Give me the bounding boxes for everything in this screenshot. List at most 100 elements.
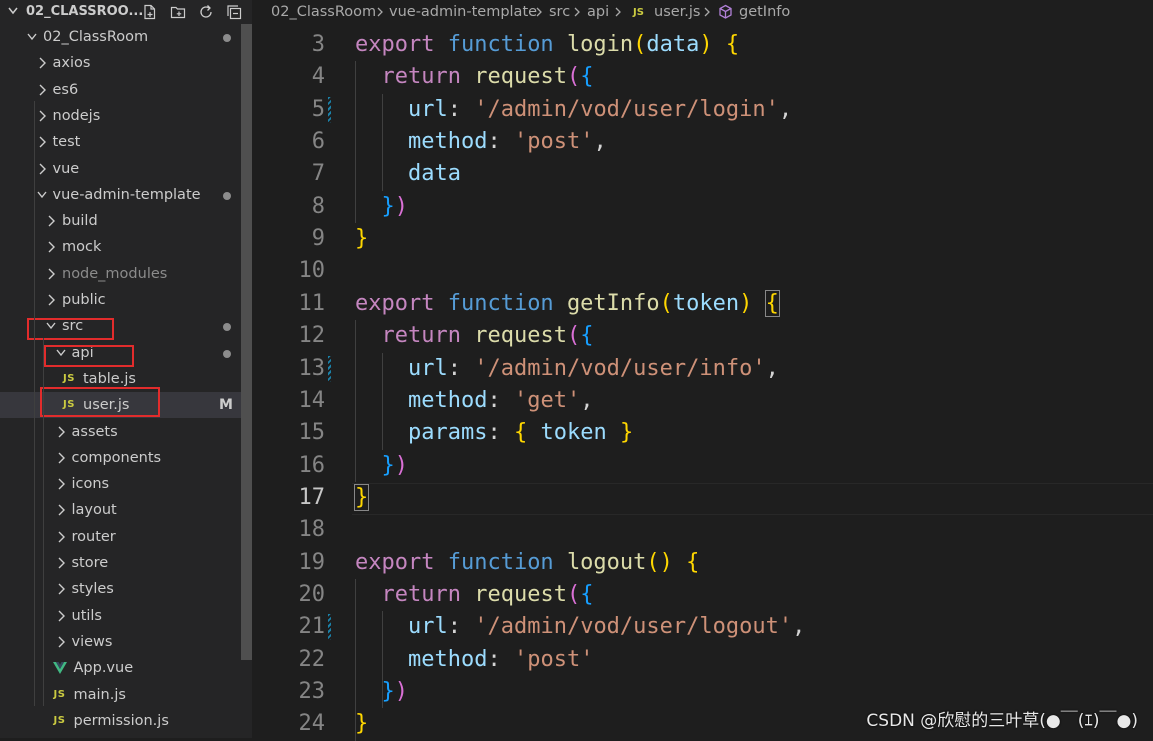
tree-item-vue[interactable]: vue: [0, 156, 252, 182]
code-line[interactable]: 6 method: 'post',: [252, 126, 1153, 158]
tree-item-nodejs[interactable]: nodejs: [0, 103, 252, 129]
line-number[interactable]: 11: [299, 288, 326, 320]
tree-item-permission-js[interactable]: JS permission.js: [0, 708, 252, 734]
tree-item-utils[interactable]: utils: [0, 603, 252, 629]
breadcrumb-item-file[interactable]: user.js: [654, 0, 701, 24]
breadcrumb-item-src[interactable]: src: [549, 0, 570, 24]
breadcrumb-item-root[interactable]: 02_ClassRoom: [271, 0, 376, 24]
chevron-right-icon[interactable]: [56, 478, 66, 490]
code-line[interactable]: 17}: [252, 482, 1153, 514]
code-line[interactable]: 14 method: 'get',: [252, 385, 1153, 417]
line-number[interactable]: 6: [312, 126, 325, 158]
code-line[interactable]: 7 data: [252, 158, 1153, 190]
chevron-right-icon[interactable]: [56, 583, 66, 595]
breadcrumb-item-api[interactable]: api: [587, 0, 609, 24]
code-line[interactable]: 23 }): [252, 676, 1153, 708]
chevron-right-icon[interactable]: [56, 452, 66, 464]
code-line[interactable]: 22 method: 'post': [252, 644, 1153, 676]
code-editor[interactable]: 3 export function login(data) {4 return r…: [252, 24, 1153, 741]
chevron-right-icon[interactable]: [56, 504, 66, 516]
tree-item-mock[interactable]: mock: [0, 234, 252, 260]
tree-item-assets[interactable]: assets: [0, 419, 252, 445]
code-line[interactable]: 4 return request({: [252, 61, 1153, 93]
line-number[interactable]: 14: [299, 385, 326, 417]
line-number[interactable]: 21: [299, 611, 326, 643]
code-line[interactable]: 15 params: { token }: [252, 417, 1153, 449]
chevron-right-icon[interactable]: [56, 557, 66, 569]
line-number[interactable]: 23: [299, 676, 326, 708]
line-number[interactable]: 24: [299, 708, 326, 740]
tree-item-vue-admin-template[interactable]: vue-admin-template: [0, 182, 252, 208]
breadcrumb-item-project[interactable]: vue-admin-template: [389, 0, 537, 24]
chevron-right-icon[interactable]: [46, 268, 56, 280]
chevron-right-icon[interactable]: [56, 426, 66, 438]
sidebar-scrollbar[interactable]: [241, 24, 252, 660]
explorer-header[interactable]: 02_CLASSROO...: [0, 0, 252, 24]
line-number[interactable]: 10: [299, 255, 326, 287]
chevron-right-icon[interactable]: [56, 531, 66, 543]
tree-item-axios[interactable]: axios: [0, 50, 252, 76]
refresh-icon[interactable]: [197, 3, 215, 21]
chevron-down-icon[interactable]: [7, 4, 19, 18]
code-line[interactable]: 8 }): [252, 191, 1153, 223]
chevron-right-icon[interactable]: [37, 84, 47, 96]
line-number[interactable]: 5: [312, 94, 325, 126]
code-line[interactable]: 16 }): [252, 450, 1153, 482]
chevron-right-icon[interactable]: [37, 136, 47, 148]
line-number[interactable]: 20: [299, 579, 326, 611]
chevron-right-icon[interactable]: [37, 57, 47, 69]
tree-item-node-modules[interactable]: node_modules: [0, 261, 252, 287]
tree-item-views[interactable]: views: [0, 629, 252, 655]
line-number[interactable]: 17: [299, 482, 326, 514]
chevron-right-icon[interactable]: [46, 215, 56, 227]
git-modified-gutter-mark[interactable]: [328, 614, 331, 641]
chevron-right-icon[interactable]: [46, 294, 56, 306]
chevron-right-icon[interactable]: [46, 241, 56, 253]
line-number[interactable]: 4: [312, 61, 325, 93]
line-number[interactable]: 7: [312, 158, 325, 190]
line-number[interactable]: 16: [299, 450, 326, 482]
tree-item-public[interactable]: public: [0, 287, 252, 313]
tree-item-layout[interactable]: layout: [0, 497, 252, 523]
code-line[interactable]: 20 return request({: [252, 579, 1153, 611]
tree-item-styles[interactable]: styles: [0, 576, 252, 602]
chevron-right-icon[interactable]: [37, 163, 47, 175]
chevron-down-icon[interactable]: [36, 189, 47, 201]
line-number[interactable]: 13: [299, 353, 326, 385]
explorer-root-title[interactable]: 02_CLASSROO...: [26, 4, 143, 19]
line-number[interactable]: 3: [312, 29, 325, 61]
git-modified-gutter-mark[interactable]: [328, 96, 331, 123]
chevron-right-icon[interactable]: [56, 636, 66, 648]
code-line[interactable]: 12 return request({: [252, 320, 1153, 352]
code-line[interactable]: 18: [252, 514, 1153, 546]
code-line[interactable]: 3 export function login(data) {: [252, 29, 1153, 61]
chevron-down-icon[interactable]: [27, 31, 37, 43]
code-line[interactable]: 9}: [252, 223, 1153, 255]
tree-item-build[interactable]: build: [0, 208, 252, 234]
line-number[interactable]: 18: [299, 514, 326, 546]
line-number[interactable]: 12: [299, 320, 326, 352]
tree-item-main-js[interactable]: JS main.js: [0, 682, 252, 708]
breadcrumb-item-symbol[interactable]: getInfo: [739, 0, 790, 24]
tree-item-02-classroom[interactable]: 02_ClassRoom: [0, 24, 252, 50]
tree-item-es6[interactable]: es6: [0, 77, 252, 103]
code-line[interactable]: 10: [252, 255, 1153, 287]
tree-item-store[interactable]: store: [0, 550, 252, 576]
line-number[interactable]: 22: [299, 644, 326, 676]
tree-item-router[interactable]: router: [0, 524, 252, 550]
tree-item-app-vue[interactable]: App.vue: [0, 655, 252, 681]
tree-item-icons[interactable]: icons: [0, 471, 252, 497]
git-modified-gutter-mark[interactable]: [328, 355, 331, 382]
tree-item-components[interactable]: components: [0, 445, 252, 471]
code-line[interactable]: 19 export function logout() {: [252, 547, 1153, 579]
code-line[interactable]: 13 url: '/admin/vod/user/info',: [252, 353, 1153, 385]
new-file-icon[interactable]: [141, 3, 159, 21]
code-line[interactable]: 21 url: '/admin/vod/user/logout',: [252, 611, 1153, 643]
tree-item-test[interactable]: test: [0, 129, 252, 155]
code-line[interactable]: 11 export function getInfo(token) {: [252, 288, 1153, 320]
line-number[interactable]: 9: [312, 223, 325, 255]
code-line[interactable]: 5 url: '/admin/vod/user/login',: [252, 94, 1153, 126]
new-folder-icon[interactable]: [169, 3, 187, 21]
chevron-right-icon[interactable]: [56, 610, 66, 622]
line-number[interactable]: 19: [299, 547, 326, 579]
